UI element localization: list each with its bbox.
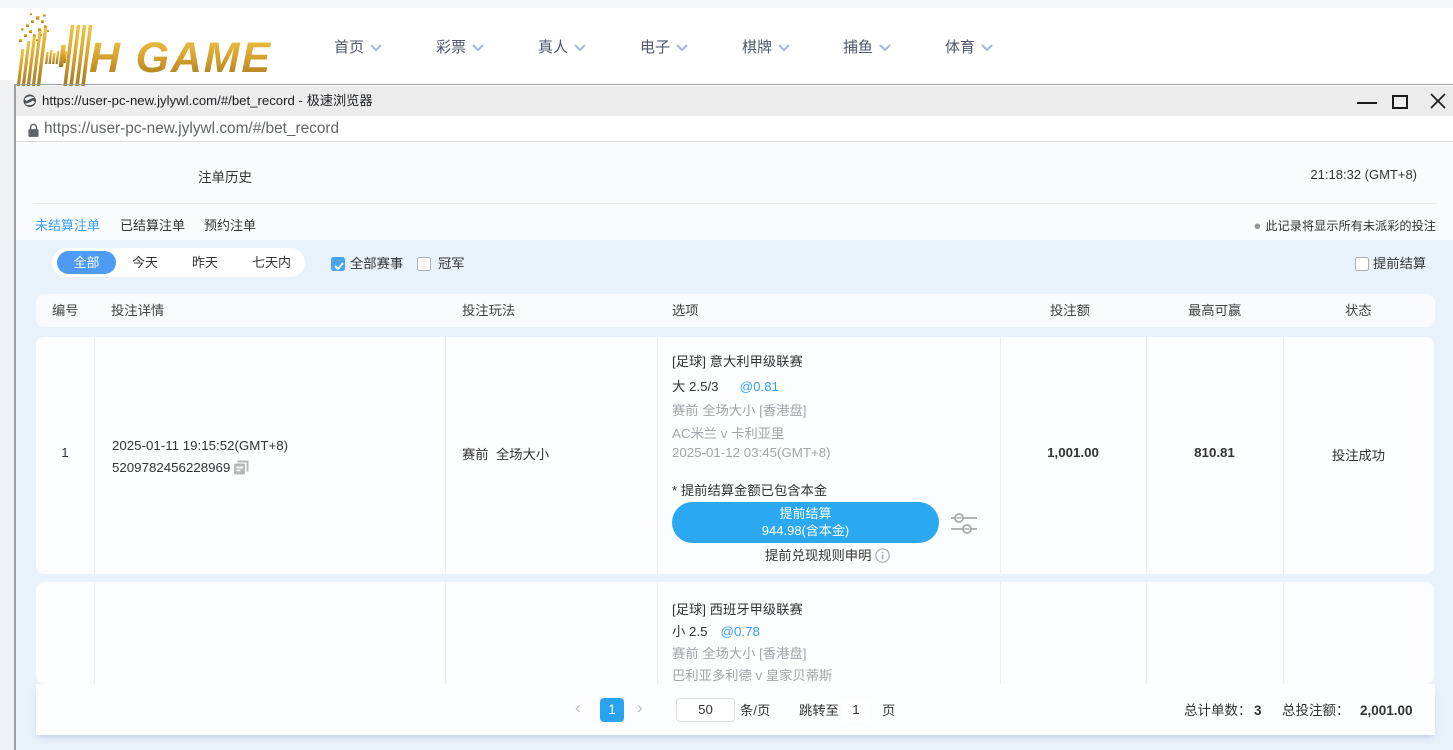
svg-text:H GAME: H GAME bbox=[89, 34, 272, 82]
